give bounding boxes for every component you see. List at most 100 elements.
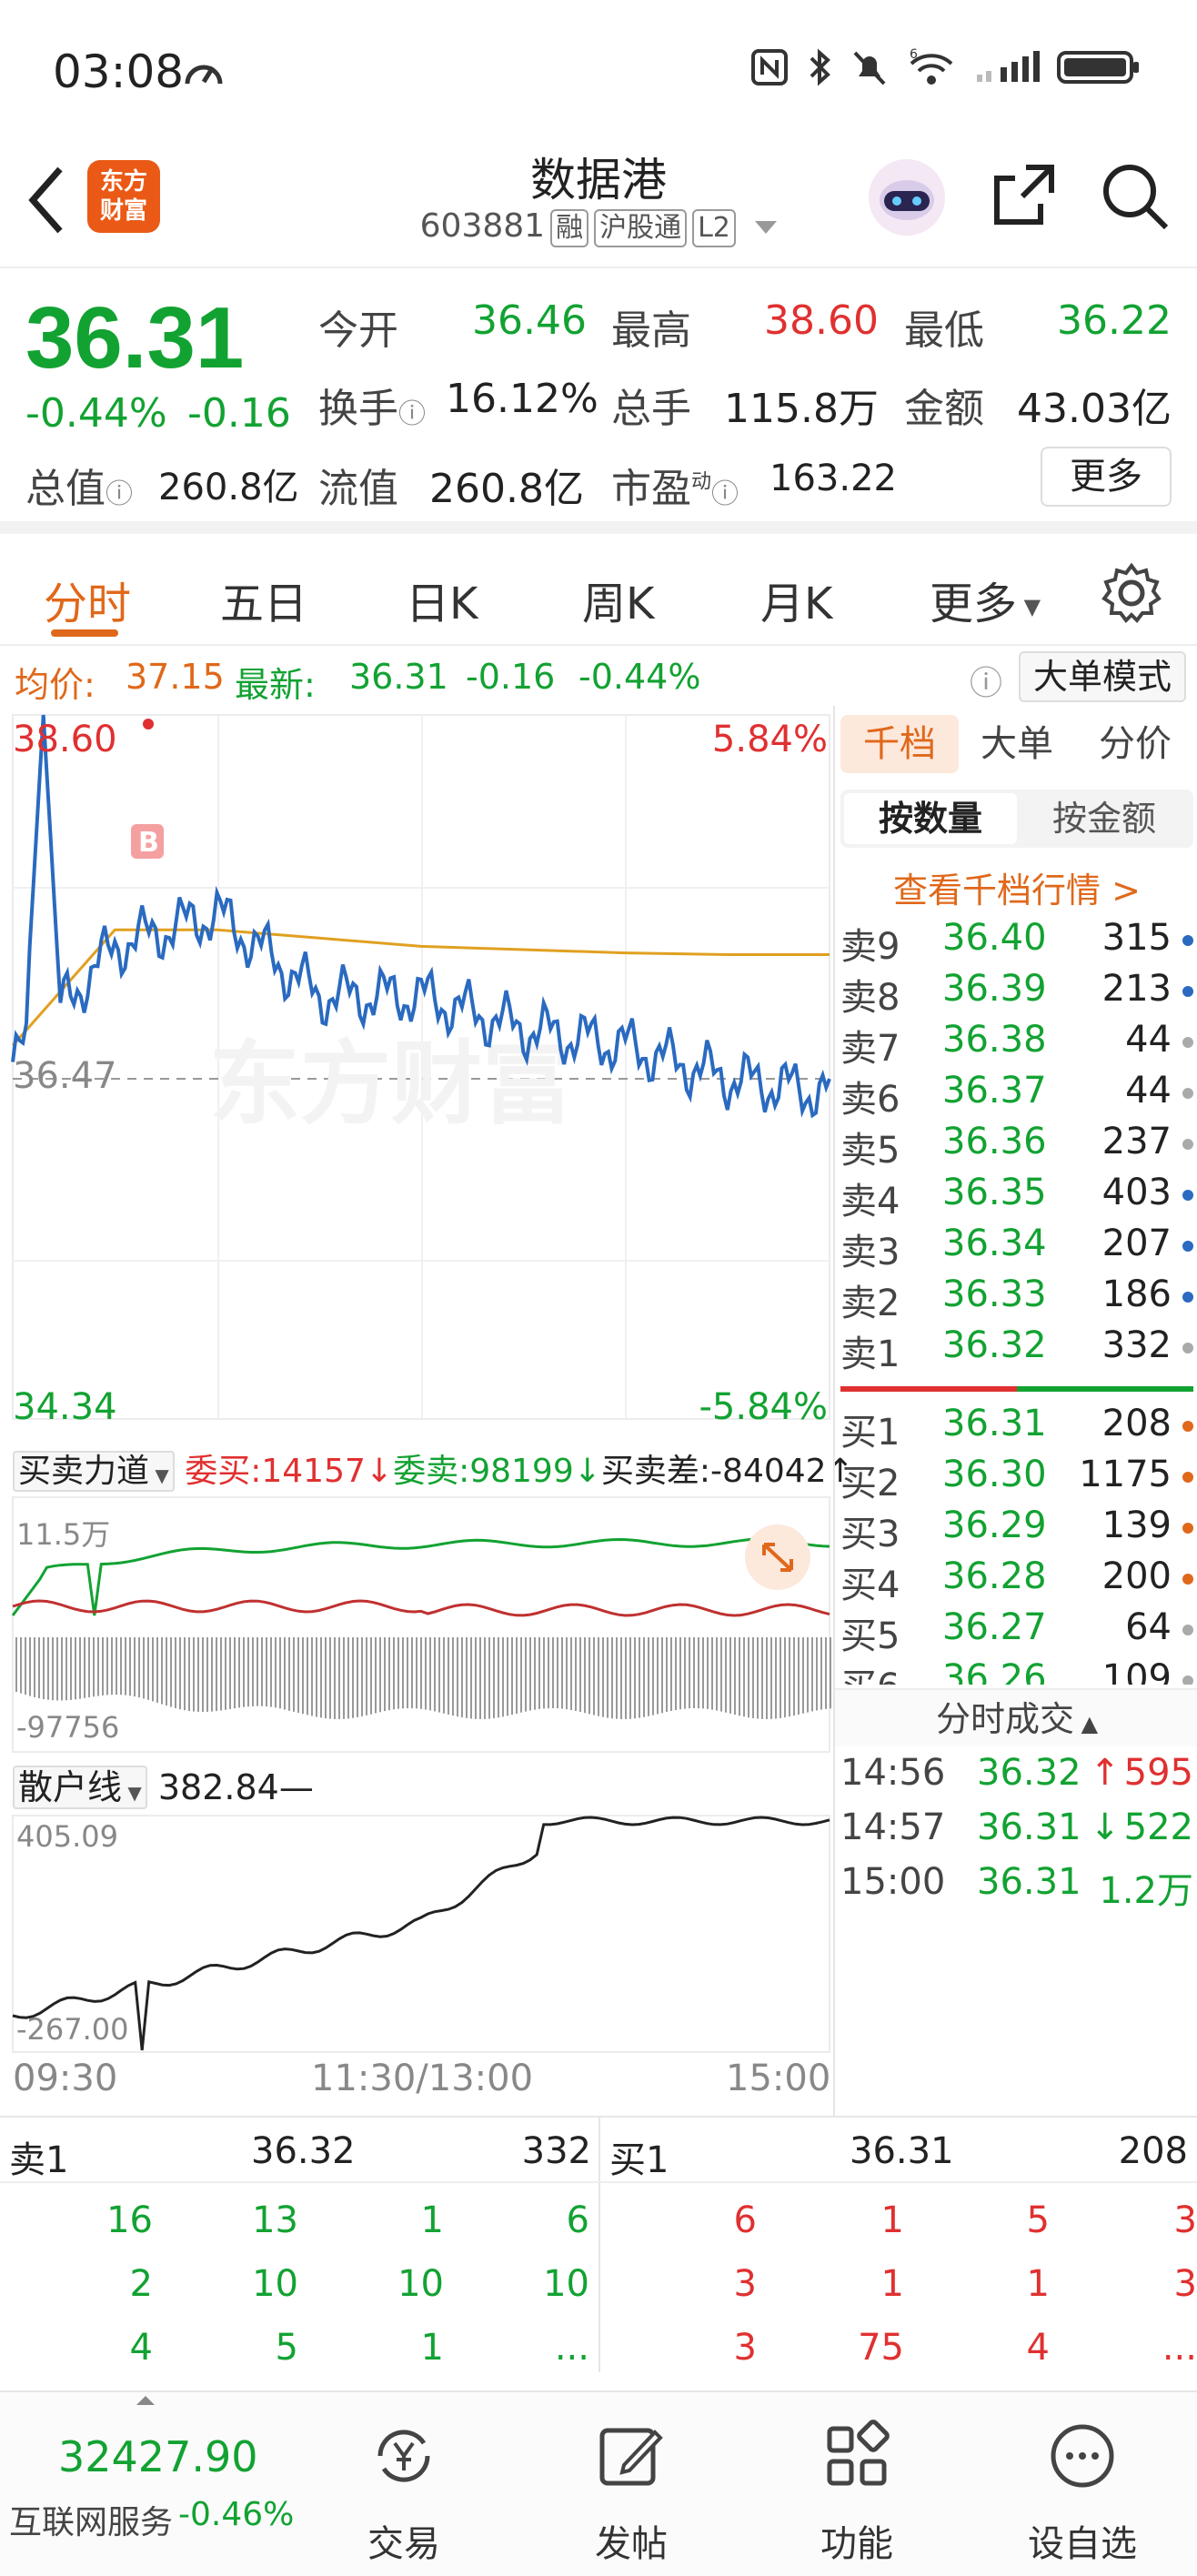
tab-daily-k[interactable]: 日K xyxy=(406,568,478,631)
turnover-label: 换手ⓘ xyxy=(318,376,426,434)
ask-level: 卖6 xyxy=(840,1079,900,1121)
ask-level: 卖7 xyxy=(840,1028,900,1070)
change-value: -0.16 xyxy=(187,390,291,437)
tick-row: 14:57 36.31 ↓ 522 xyxy=(835,1806,1197,1857)
order-dot xyxy=(1182,1472,1193,1483)
gear-icon[interactable] xyxy=(1101,562,1162,624)
tag-hk-connect: 沪股通 xyxy=(594,209,688,247)
tab-depth[interactable]: 千档 xyxy=(840,715,959,773)
depth-sell-cell: 16 xyxy=(106,2199,153,2241)
depth-sell-label: 卖1 xyxy=(9,2139,69,2181)
info-icon[interactable]: ⓘ xyxy=(711,478,739,510)
help-icon[interactable]: ⓘ xyxy=(970,657,1002,704)
ask-row[interactable]: 卖8 36.39 213 xyxy=(835,968,1197,1019)
ticks-title: 分时成交 xyxy=(935,1699,1074,1739)
retail-value: 382.84 xyxy=(157,1767,279,1807)
retail-panel-frame xyxy=(12,1815,830,2053)
buy-label: 委买: xyxy=(185,1453,262,1490)
tab-big-order[interactable]: 大单 xyxy=(981,715,1053,773)
ask-price: 36.35 xyxy=(942,1172,1047,1213)
big-order-mode-button[interactable]: 大单模式 xyxy=(1019,651,1186,702)
bid-row[interactable]: 买3 36.29 139 xyxy=(835,1504,1197,1555)
tab-intraday[interactable]: 分时 xyxy=(44,568,131,631)
depth-buy-cell: 3 xyxy=(733,2327,757,2369)
book-divider xyxy=(840,1386,1193,1392)
bid-row[interactable]: 买6 36.26 109 xyxy=(835,1657,1197,1685)
float-label: 流值 xyxy=(318,466,398,512)
view-depth-link[interactable]: 查看千档行情 > xyxy=(835,862,1197,912)
depth-buy-cell: 75 xyxy=(858,2327,904,2369)
depth-buy-cell: 3 xyxy=(1173,2263,1197,2305)
depth-sell-cell: 6 xyxy=(566,2199,589,2241)
depth-buy-cell: 5 xyxy=(1026,2199,1050,2241)
quote-panel: 36.31 -0.44% -0.16 今开 36.46 最高 38.60 最低 … xyxy=(0,270,1197,534)
ask-row[interactable]: 卖2 36.33 186 xyxy=(835,1273,1197,1324)
depth-sell-cell: 10 xyxy=(252,2263,298,2305)
bid-price: 36.28 xyxy=(942,1555,1047,1597)
indicator-selector[interactable]: 买卖力道 ▼ xyxy=(13,1451,175,1492)
bid-row[interactable]: 买5 36.27 64 xyxy=(835,1606,1197,1657)
ask-row[interactable]: 卖4 36.35 403 xyxy=(835,1172,1197,1223)
cell-signal-icon xyxy=(977,51,1040,82)
depth-buy-cell: 6 xyxy=(733,2199,757,2241)
high-label: 最高 xyxy=(611,307,691,354)
time-axis-mid: 11:30/13:00 xyxy=(311,2058,534,2099)
tab-price-dist[interactable]: 分价 xyxy=(1099,715,1172,773)
nav-trade[interactable]: 交易 xyxy=(322,2420,486,2567)
ask-row[interactable]: 卖3 36.34 207 xyxy=(835,1223,1197,1273)
indicator-header: 买卖力道 ▼ 委买:14157↓委卖:98199↓买卖差:-84042↑ xyxy=(13,1444,854,1495)
nav-functions[interactable]: 功能 xyxy=(775,2420,939,2567)
depth-sell-cell: 4 xyxy=(129,2327,153,2369)
low-value: 36.22 xyxy=(1057,297,1172,344)
sub-tab-amount[interactable]: 按金额 xyxy=(1019,793,1190,844)
caret-down-icon: ▼ xyxy=(122,1782,142,1804)
ask-level: 卖2 xyxy=(840,1283,900,1324)
nav-post[interactable]: 发帖 xyxy=(549,2420,713,2567)
bid-volume: 64 xyxy=(1125,1606,1172,1648)
bid-volume: 208 xyxy=(1101,1403,1172,1444)
ticks-toggle[interactable]: 分时成交 ▲ xyxy=(835,1688,1197,1746)
ask-row[interactable]: 卖1 36.32 332 xyxy=(835,1324,1197,1375)
sub-tab-quantity[interactable]: 按数量 xyxy=(844,793,1017,844)
more-button[interactable]: 更多 xyxy=(1041,447,1172,507)
info-icon[interactable]: ⓘ xyxy=(398,398,426,430)
svg-text:6: 6 xyxy=(910,47,918,62)
ask-row[interactable]: 卖6 36.37 44 xyxy=(835,1070,1197,1121)
bid-level: 买1 xyxy=(840,1412,900,1454)
index-widget[interactable]: 32427.90 互联网服务 -0.46% xyxy=(0,2392,294,2576)
latest-value: 36.31 xyxy=(349,657,448,697)
bid-row[interactable]: 买4 36.28 200 xyxy=(835,1555,1197,1606)
depth-sell-price: 36.32 xyxy=(251,2130,356,2172)
tick-row: 14:56 36.32 ↑ 595 xyxy=(835,1752,1197,1803)
info-icon[interactable]: ⓘ xyxy=(106,478,133,510)
tick-arrow-icon: ↓ xyxy=(1090,1806,1121,1848)
share-icon[interactable] xyxy=(990,160,1059,229)
indicator-name: 买卖力道 xyxy=(18,1453,150,1490)
bid-price: 36.26 xyxy=(942,1657,1047,1685)
nav-watchlist[interactable]: 设自选 xyxy=(1001,2420,1164,2567)
depth-buy-cell: ... xyxy=(1162,2327,1197,2369)
bid-row[interactable]: 买1 36.31 208 xyxy=(835,1403,1197,1454)
depth-sell-vol: 332 xyxy=(521,2130,591,2172)
tab-five-day[interactable]: 五日 xyxy=(220,568,307,631)
search-icon[interactable] xyxy=(1099,160,1172,233)
price-axis-mid: 36.47 xyxy=(13,1055,117,1097)
ask-row[interactable]: 卖5 36.36 237 xyxy=(835,1121,1197,1172)
ask-row[interactable]: 卖7 36.38 44 xyxy=(835,1019,1197,1070)
bid-row[interactable]: 买2 36.30 1175 xyxy=(835,1454,1197,1504)
diff-bars xyxy=(15,1637,831,1719)
ask-row[interactable]: 卖9 36.40 315 xyxy=(835,917,1197,968)
bid-volume: 1175 xyxy=(1079,1454,1172,1495)
robot-assistant-icon[interactable] xyxy=(866,156,948,238)
tab-more[interactable]: 更多 ▼ xyxy=(930,568,1041,631)
bid-price: 36.29 xyxy=(942,1504,1047,1546)
ask-price: 36.38 xyxy=(942,1019,1047,1061)
depth-sell-cell: 1 xyxy=(420,2199,444,2241)
tab-underline xyxy=(51,629,118,637)
ask-volume: 332 xyxy=(1101,1324,1172,1366)
tab-monthly-k[interactable]: 月K xyxy=(760,568,832,631)
bid-level: 买3 xyxy=(840,1514,900,1555)
tab-weekly-k[interactable]: 周K xyxy=(582,568,654,631)
intraday-chart[interactable]: 东方财富 B 38.60 5.84% 36.47 34.34 -5.84% 买卖… xyxy=(0,706,854,2116)
retail-selector[interactable]: 散户线 ▼ xyxy=(13,1766,147,1809)
